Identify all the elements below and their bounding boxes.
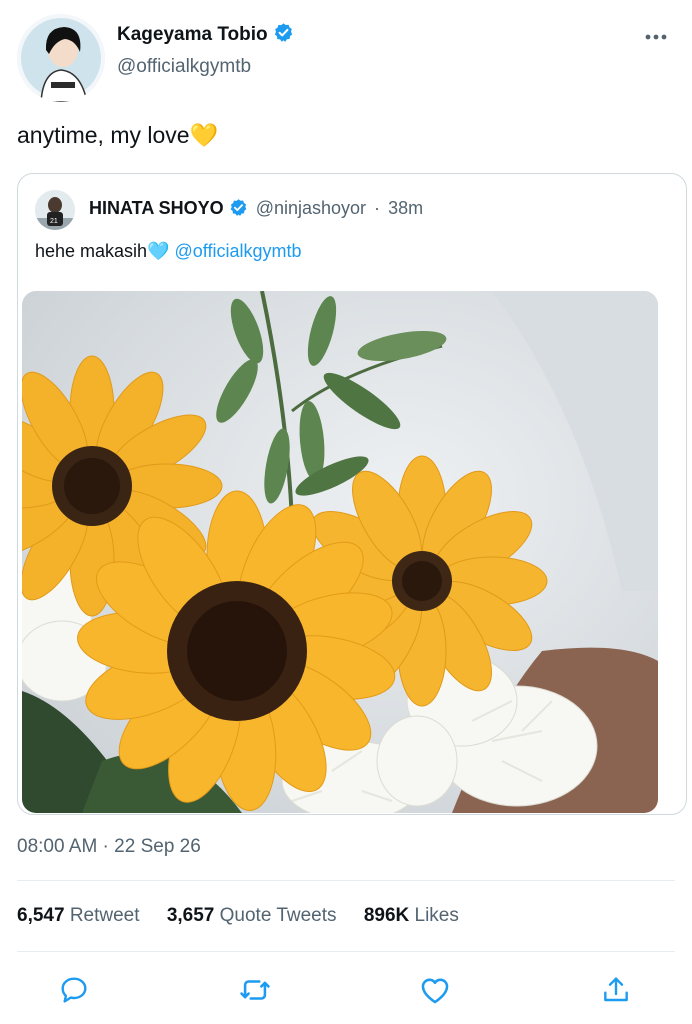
retweets-label: Retweet: [69, 905, 140, 926]
share-icon: [600, 974, 632, 1011]
quote-tweets-stat[interactable]: 3,657 Quote Tweets: [167, 905, 337, 926]
verified-badge-icon: [273, 22, 294, 49]
sunflower-bouquet-photo[interactable]: [22, 291, 658, 813]
like-button[interactable]: [417, 974, 453, 1010]
retweets-count: 6,547: [17, 905, 65, 926]
tweet-text: anytime, my love💛: [17, 122, 219, 148]
more-icon: [645, 27, 667, 45]
author-name[interactable]: Kageyama Tobio: [117, 22, 294, 49]
quoted-separator: ·: [374, 198, 381, 218]
quoted-text-body: hehe makasih🩵: [35, 241, 170, 261]
quoted-time: 38m: [388, 198, 424, 218]
divider: [17, 880, 675, 881]
tweet-timestamp[interactable]: 08:00 AM · 22 Sep 26: [17, 836, 201, 858]
quoted-verified-badge-icon: [229, 198, 248, 222]
reply-icon: [58, 974, 90, 1011]
retweet-button[interactable]: [237, 974, 273, 1010]
more-options-button[interactable]: [638, 24, 674, 48]
reply-button[interactable]: [56, 974, 92, 1010]
quoted-header: HINATA SHOYO @ninjashoyor · 38m: [89, 198, 423, 222]
svg-text:21: 21: [50, 218, 58, 225]
tweet-stats: 6,547 Retweet 3,657 Quote Tweets 896K Li…: [17, 905, 481, 927]
quote-tweets-count: 3,657: [166, 905, 215, 926]
share-button[interactable]: [598, 974, 634, 1010]
likes-label: Likes: [414, 905, 459, 926]
likes-stat[interactable]: 896K Likes: [364, 905, 459, 926]
heart-icon: [418, 973, 452, 1012]
quoted-text: hehe makasih🩵 @officialkgymtb: [35, 241, 301, 262]
author-name-text[interactable]: Kageyama Tobio: [117, 24, 268, 45]
author-handle[interactable]: @officialkgymtb: [117, 56, 251, 78]
divider: [17, 951, 675, 952]
likes-count: 896K: [363, 905, 410, 926]
quoted-avatar[interactable]: 21: [35, 190, 75, 230]
quoted-mention-link[interactable]: @officialkgymtb: [175, 241, 302, 261]
quoted-handle[interactable]: @ninjashoyor: [256, 198, 366, 218]
quoted-name[interactable]: HINATA SHOYO: [89, 198, 224, 218]
author-avatar[interactable]: [17, 14, 105, 102]
retweet-icon: [238, 973, 272, 1012]
quote-tweets-label: Quote Tweets: [219, 905, 337, 926]
retweets-stat[interactable]: 6,547 Retweet: [17, 905, 140, 926]
